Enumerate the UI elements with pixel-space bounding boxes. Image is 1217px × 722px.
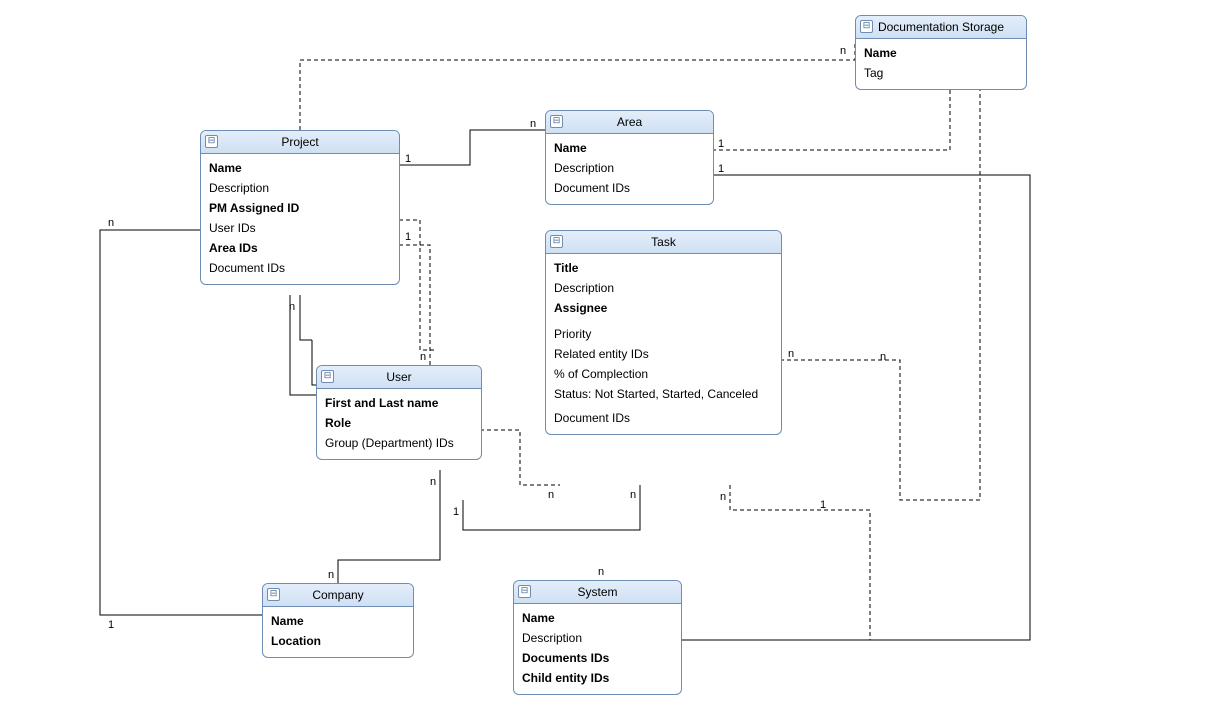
svg-text:n: n xyxy=(108,217,114,229)
attr: Name xyxy=(554,138,705,158)
attr: Status: Not Started, Started, Canceled xyxy=(554,384,773,404)
svg-text:n: n xyxy=(840,45,846,57)
svg-text:n: n xyxy=(788,348,794,360)
attr: Description xyxy=(554,158,705,178)
entity-user[interactable]: ⊟ User First and Last name Role Group (D… xyxy=(316,365,482,460)
svg-text:n: n xyxy=(289,301,295,313)
attr: Related entity IDs xyxy=(554,344,773,364)
collapse-icon[interactable]: ⊟ xyxy=(860,20,873,33)
svg-text:n: n xyxy=(880,351,886,363)
attr: Document IDs xyxy=(554,178,705,198)
svg-text:n: n xyxy=(430,476,436,488)
svg-text:n: n xyxy=(598,566,604,578)
entity-header[interactable]: ⊟ System xyxy=(514,581,681,604)
entity-task[interactable]: ⊟ Task Title Description Assignee Priori… xyxy=(545,230,782,435)
entity-title: System xyxy=(577,585,617,599)
entity-title: Documentation Storage xyxy=(878,20,1004,34)
attr: Priority xyxy=(554,324,773,344)
collapse-icon[interactable]: ⊟ xyxy=(550,235,563,248)
svg-text:n: n xyxy=(630,489,636,501)
attr: Document IDs xyxy=(209,258,391,278)
attr: Tag xyxy=(864,63,1018,83)
entity-header[interactable]: ⊟ User xyxy=(317,366,481,389)
attr: Assignee xyxy=(554,298,773,318)
attr: Documents IDs xyxy=(522,648,673,668)
attr: Name xyxy=(522,608,673,628)
entity-title: Project xyxy=(281,135,318,149)
entity-title: User xyxy=(386,370,411,384)
attr: Description xyxy=(522,628,673,648)
collapse-icon[interactable]: ⊟ xyxy=(267,588,280,601)
svg-text:1: 1 xyxy=(718,138,724,150)
svg-text:n: n xyxy=(548,489,554,501)
svg-text:1: 1 xyxy=(405,231,411,243)
attr: First and Last name xyxy=(325,393,473,413)
svg-text:n: n xyxy=(530,118,536,130)
entity-title: Task xyxy=(651,235,676,249)
entity-body: Name Description PM Assigned ID User IDs… xyxy=(201,154,399,284)
attr: Group (Department) IDs xyxy=(325,433,473,453)
entity-header[interactable]: ⊟ Company xyxy=(263,584,413,607)
svg-text:n: n xyxy=(720,491,726,503)
attr: Name xyxy=(271,611,405,631)
entity-body: Title Description Assignee Priority Rela… xyxy=(546,254,781,434)
entity-area[interactable]: ⊟ Area Name Description Document IDs xyxy=(545,110,714,205)
svg-text:1: 1 xyxy=(405,153,411,165)
attr: Document IDs xyxy=(554,408,773,428)
entity-header[interactable]: ⊟ Task xyxy=(546,231,781,254)
entity-header[interactable]: ⊟ Project xyxy=(201,131,399,154)
svg-text:1: 1 xyxy=(820,499,826,511)
svg-text:1: 1 xyxy=(718,163,724,175)
attr: PM Assigned ID xyxy=(209,198,391,218)
svg-text:1: 1 xyxy=(453,506,459,518)
collapse-icon[interactable]: ⊟ xyxy=(550,115,563,128)
entity-body: Name Description Documents IDs Child ent… xyxy=(514,604,681,694)
entity-title: Area xyxy=(617,115,642,129)
attr: Name xyxy=(864,43,1018,63)
collapse-icon[interactable]: ⊟ xyxy=(321,370,334,383)
entity-header[interactable]: ⊟ Documentation Storage xyxy=(856,16,1026,39)
collapse-icon[interactable]: ⊟ xyxy=(205,135,218,148)
svg-text:n: n xyxy=(420,351,426,363)
svg-text:1: 1 xyxy=(108,619,114,631)
attr: Title xyxy=(554,258,773,278)
attr: Description xyxy=(209,178,391,198)
entity-header[interactable]: ⊟ Area xyxy=(546,111,713,134)
attr: Area IDs xyxy=(209,238,391,258)
svg-text:n: n xyxy=(328,569,334,581)
entity-body: First and Last name Role Group (Departme… xyxy=(317,389,481,459)
entity-title: Company xyxy=(312,588,363,602)
attr: Role xyxy=(325,413,473,433)
entity-project[interactable]: ⊟ Project Name Description PM Assigned I… xyxy=(200,130,400,285)
entity-body: Name Location xyxy=(263,607,413,657)
attr: % of Complection xyxy=(554,364,773,384)
entity-company[interactable]: ⊟ Company Name Location xyxy=(262,583,414,658)
attr: Description xyxy=(554,278,773,298)
entity-system[interactable]: ⊟ System Name Description Documents IDs … xyxy=(513,580,682,695)
entity-documentation-storage[interactable]: ⊟ Documentation Storage Name Tag xyxy=(855,15,1027,90)
attr: User IDs xyxy=(209,218,391,238)
entity-body: Name Tag xyxy=(856,39,1026,89)
collapse-icon[interactable]: ⊟ xyxy=(518,585,531,598)
attr: Location xyxy=(271,631,405,651)
entity-body: Name Description Document IDs xyxy=(546,134,713,204)
attr: Name xyxy=(209,158,391,178)
attr: Child entity IDs xyxy=(522,668,673,688)
